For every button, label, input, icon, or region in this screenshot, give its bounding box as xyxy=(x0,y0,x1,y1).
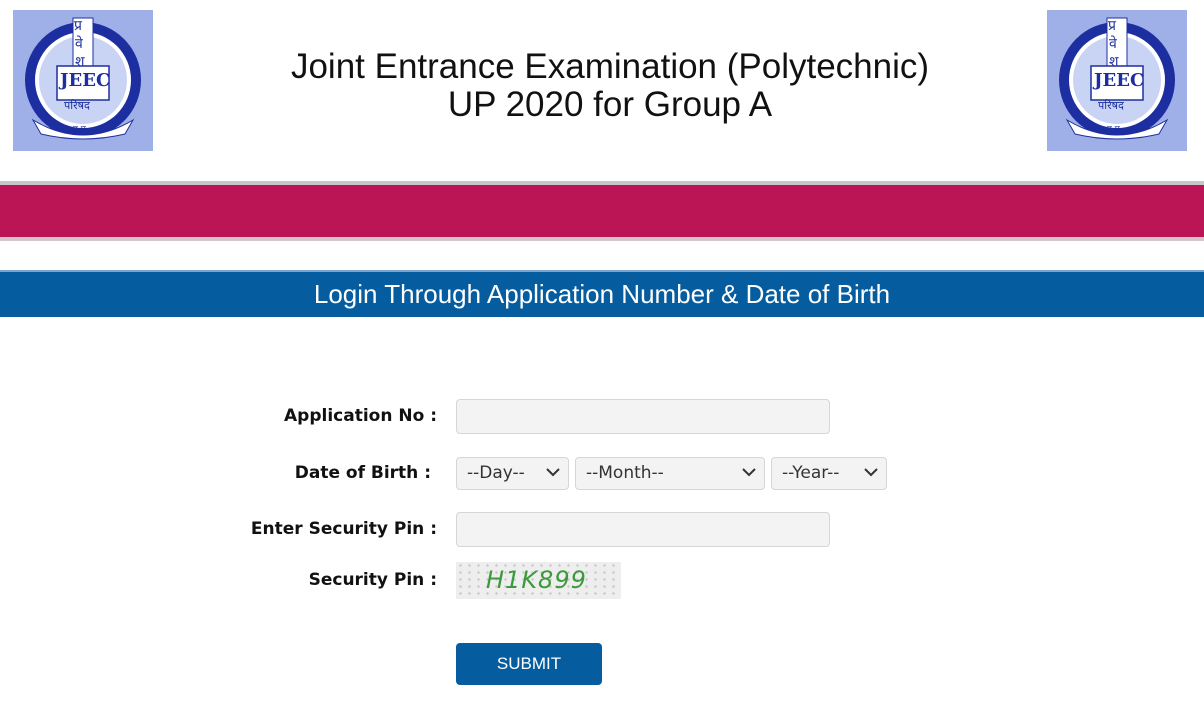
dob-day-value: --Day-- xyxy=(467,463,525,483)
page-title-line1: Joint Entrance Examination (Polytechnic) xyxy=(290,47,930,86)
logo-hindi-mid: वे xyxy=(75,36,83,52)
chevron-down-icon xyxy=(864,468,878,477)
dob-month-value: --Month-- xyxy=(586,463,664,483)
chevron-down-icon xyxy=(546,468,560,477)
submit-button[interactable]: SUBMIT xyxy=(456,643,602,685)
accent-band xyxy=(0,185,1204,237)
captcha-image: H1K899 xyxy=(456,562,621,599)
logo-hindi-mid: वे xyxy=(1109,36,1117,52)
page-title: Joint Entrance Examination (Polytechnic)… xyxy=(160,48,1060,124)
security-pin-input[interactable] xyxy=(456,512,830,547)
page-title-line2: UP 2020 for Group A xyxy=(447,85,773,124)
logo-text: JEEC xyxy=(1094,70,1145,91)
enter-pin-label: Enter Security Pin : xyxy=(250,519,437,539)
application-no-label: Application No : xyxy=(284,406,437,426)
band-divider-bottom xyxy=(0,237,1204,241)
logo-hindi-parishad: परिषद xyxy=(64,99,90,112)
chevron-down-icon xyxy=(742,468,756,477)
logo-text: JEEC xyxy=(60,70,111,91)
security-pin-label: Security Pin : xyxy=(308,570,437,590)
application-no-input[interactable] xyxy=(456,399,830,434)
dob-year-value: --Year-- xyxy=(782,463,840,483)
login-title: Login Through Application Number & Date … xyxy=(313,279,891,309)
logo-hindi-parishad: परिषद xyxy=(1098,99,1124,112)
dob-year-select[interactable]: --Year-- xyxy=(771,457,887,490)
login-header-bar: Login Through Application Number & Date … xyxy=(0,270,1204,317)
logo-hindi-bot: श xyxy=(75,54,85,70)
dob-label: Date of Birth : xyxy=(294,463,431,483)
dob-day-select[interactable]: --Day-- xyxy=(456,457,569,490)
dob-month-select[interactable]: --Month-- xyxy=(575,457,765,490)
logo-hindi-bot: श xyxy=(1109,54,1119,70)
captcha-text: H1K899 xyxy=(486,566,587,594)
logo-hindi-up: उ.प्र. xyxy=(1107,125,1123,135)
logo-hindi-top: प्र xyxy=(1108,18,1116,34)
logo-hindi-up: उ.प्र. xyxy=(73,125,89,135)
logo-hindi-top: प्र xyxy=(74,18,82,34)
